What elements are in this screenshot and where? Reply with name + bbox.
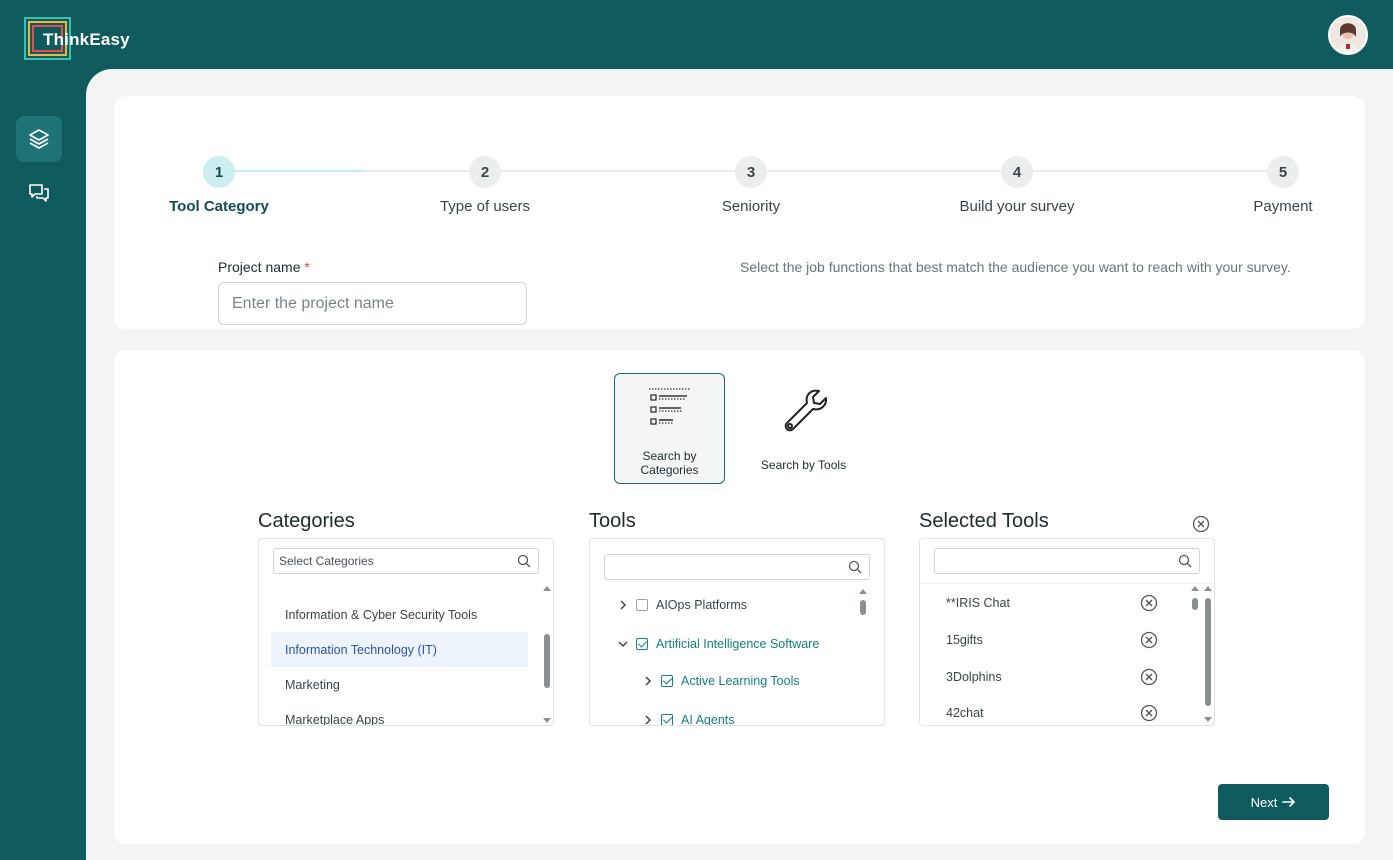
tool-selection-card: Search by Categories Search by Tools Cat… (114, 350, 1365, 844)
audience-hint: Select the job functions that best match… (740, 259, 1291, 275)
project-setup-card: 1 2 3 4 5 Tool Category Type of users Se… (114, 96, 1365, 329)
selected-tool-label: 15gifts (946, 633, 983, 647)
step-5-label: Payment (1253, 198, 1313, 215)
tool-checkbox[interactable] (636, 599, 648, 611)
selected-tool-item: 42chat (946, 701, 1166, 725)
selected-tools-panel: **IRIS Chat 15gifts 3Dolphins 42chat (919, 538, 1215, 726)
list-icon (648, 388, 691, 425)
selected-tool-item: **IRIS Chat (946, 591, 1166, 615)
wrench-icon (784, 389, 827, 432)
sidebar-item-messages[interactable] (16, 170, 62, 216)
stepper-track-line (365, 170, 1283, 172)
selected-tools-search-input[interactable] (935, 549, 1175, 573)
selected-tools-title: Selected Tools (919, 510, 1049, 532)
next-button[interactable]: Next (1218, 784, 1329, 820)
step-2-label: Type of users (439, 198, 531, 215)
tool-label: AI Agents (681, 713, 735, 726)
sidebar-item-projects[interactable] (16, 116, 62, 162)
selected-tool-label: 42chat (946, 706, 984, 720)
project-name-label: Project name * (218, 259, 310, 275)
category-item[interactable]: Information & Cyber Security Tools (271, 597, 528, 632)
step-1-label: Tool Category (169, 198, 269, 215)
arrow-right-icon (1282, 797, 1296, 807)
category-item[interactable]: Marketplace Apps (271, 702, 528, 726)
step-4-circle[interactable]: 4 (1001, 156, 1033, 188)
selected-tools-search[interactable] (934, 548, 1200, 574)
project-name-input[interactable] (218, 282, 527, 325)
main-panel: 1 2 3 4 5 Tool Category Type of users Se… (86, 69, 1393, 860)
search-icon (848, 560, 862, 574)
remove-icon[interactable] (1140, 631, 1158, 649)
avatar[interactable] (1328, 15, 1368, 55)
step-1-circle[interactable]: 1 (203, 156, 235, 188)
search-by-tools-button[interactable]: Search by Tools (748, 373, 859, 484)
stepper-progress-line (234, 170, 365, 172)
step-5-circle[interactable]: 5 (1267, 156, 1299, 188)
remove-icon[interactable] (1140, 704, 1158, 722)
chevron-right-icon[interactable] (641, 713, 655, 726)
next-button-label: Next (1250, 794, 1278, 810)
search-by-tools-label: Search by Tools (760, 458, 847, 472)
tools-title: Tools (589, 510, 636, 532)
remove-icon[interactable] (1140, 668, 1158, 686)
tool-checkbox-checked[interactable] (636, 638, 648, 650)
tool-tree-item[interactable]: AI Agents (641, 709, 735, 726)
step-4-label: Build your survey (959, 198, 1075, 215)
selected-tool-label: **IRIS Chat (946, 596, 1010, 610)
tool-tree-item[interactable]: Active Learning Tools (641, 670, 800, 692)
categories-search[interactable] (273, 548, 539, 574)
selected-tool-item: 3Dolphins (946, 665, 1166, 689)
category-item-selected[interactable]: Information Technology (IT) (271, 632, 528, 667)
categories-search-input[interactable] (274, 549, 514, 573)
categories-title: Categories (258, 510, 355, 532)
selected-tool-label: 3Dolphins (946, 670, 1002, 684)
required-mark: * (304, 259, 310, 275)
tool-tree-item[interactable]: Artificial Intelligence Software (616, 633, 819, 655)
search-icon (1178, 554, 1192, 568)
step-3-label: Seniority (721, 198, 781, 215)
search-by-categories-label: Search by Categories (640, 449, 699, 477)
tool-tree-item[interactable]: AIOps Platforms (616, 594, 747, 616)
chat-icon (29, 184, 49, 202)
user-avatar-icon (1330, 17, 1366, 53)
remove-icon[interactable] (1140, 594, 1158, 612)
categories-scrollbar[interactable] (542, 586, 552, 723)
chevron-down-icon[interactable] (616, 637, 630, 651)
tool-label: AIOps Platforms (656, 598, 747, 612)
clear-all-icon[interactable] (1192, 515, 1210, 533)
selected-tools-scrollbar-left[interactable] (1190, 586, 1200, 722)
project-name-label-text: Project name (218, 259, 301, 275)
layers-icon (29, 129, 49, 149)
selected-tool-item: 15gifts (946, 628, 1166, 652)
tools-scrollbar[interactable] (858, 589, 868, 723)
categories-panel: Information & Cyber Security Tools Infor… (258, 538, 554, 726)
tools-search[interactable] (604, 554, 870, 580)
search-by-categories-button[interactable]: Search by Categories (614, 373, 725, 484)
tool-checkbox-checked[interactable] (661, 675, 673, 687)
tools-search-input[interactable] (605, 555, 845, 579)
search-icon (517, 554, 531, 568)
app-name: ThinkEasy (43, 30, 130, 49)
step-2-circle[interactable]: 2 (469, 156, 501, 188)
tool-checkbox-checked[interactable] (661, 714, 673, 725)
step-3-circle[interactable]: 3 (735, 156, 767, 188)
chevron-right-icon[interactable] (641, 674, 655, 688)
selected-tools-scrollbar-right[interactable] (1203, 586, 1213, 722)
tool-label: Active Learning Tools (681, 674, 800, 688)
top-bar: ThinkEasy (0, 0, 1393, 69)
tools-panel: AIOps Platforms Artificial Intelligence … (589, 538, 885, 726)
tool-label: Artificial Intelligence Software (656, 637, 820, 651)
category-item[interactable]: Marketing (271, 667, 528, 702)
chevron-right-icon[interactable] (616, 598, 630, 612)
